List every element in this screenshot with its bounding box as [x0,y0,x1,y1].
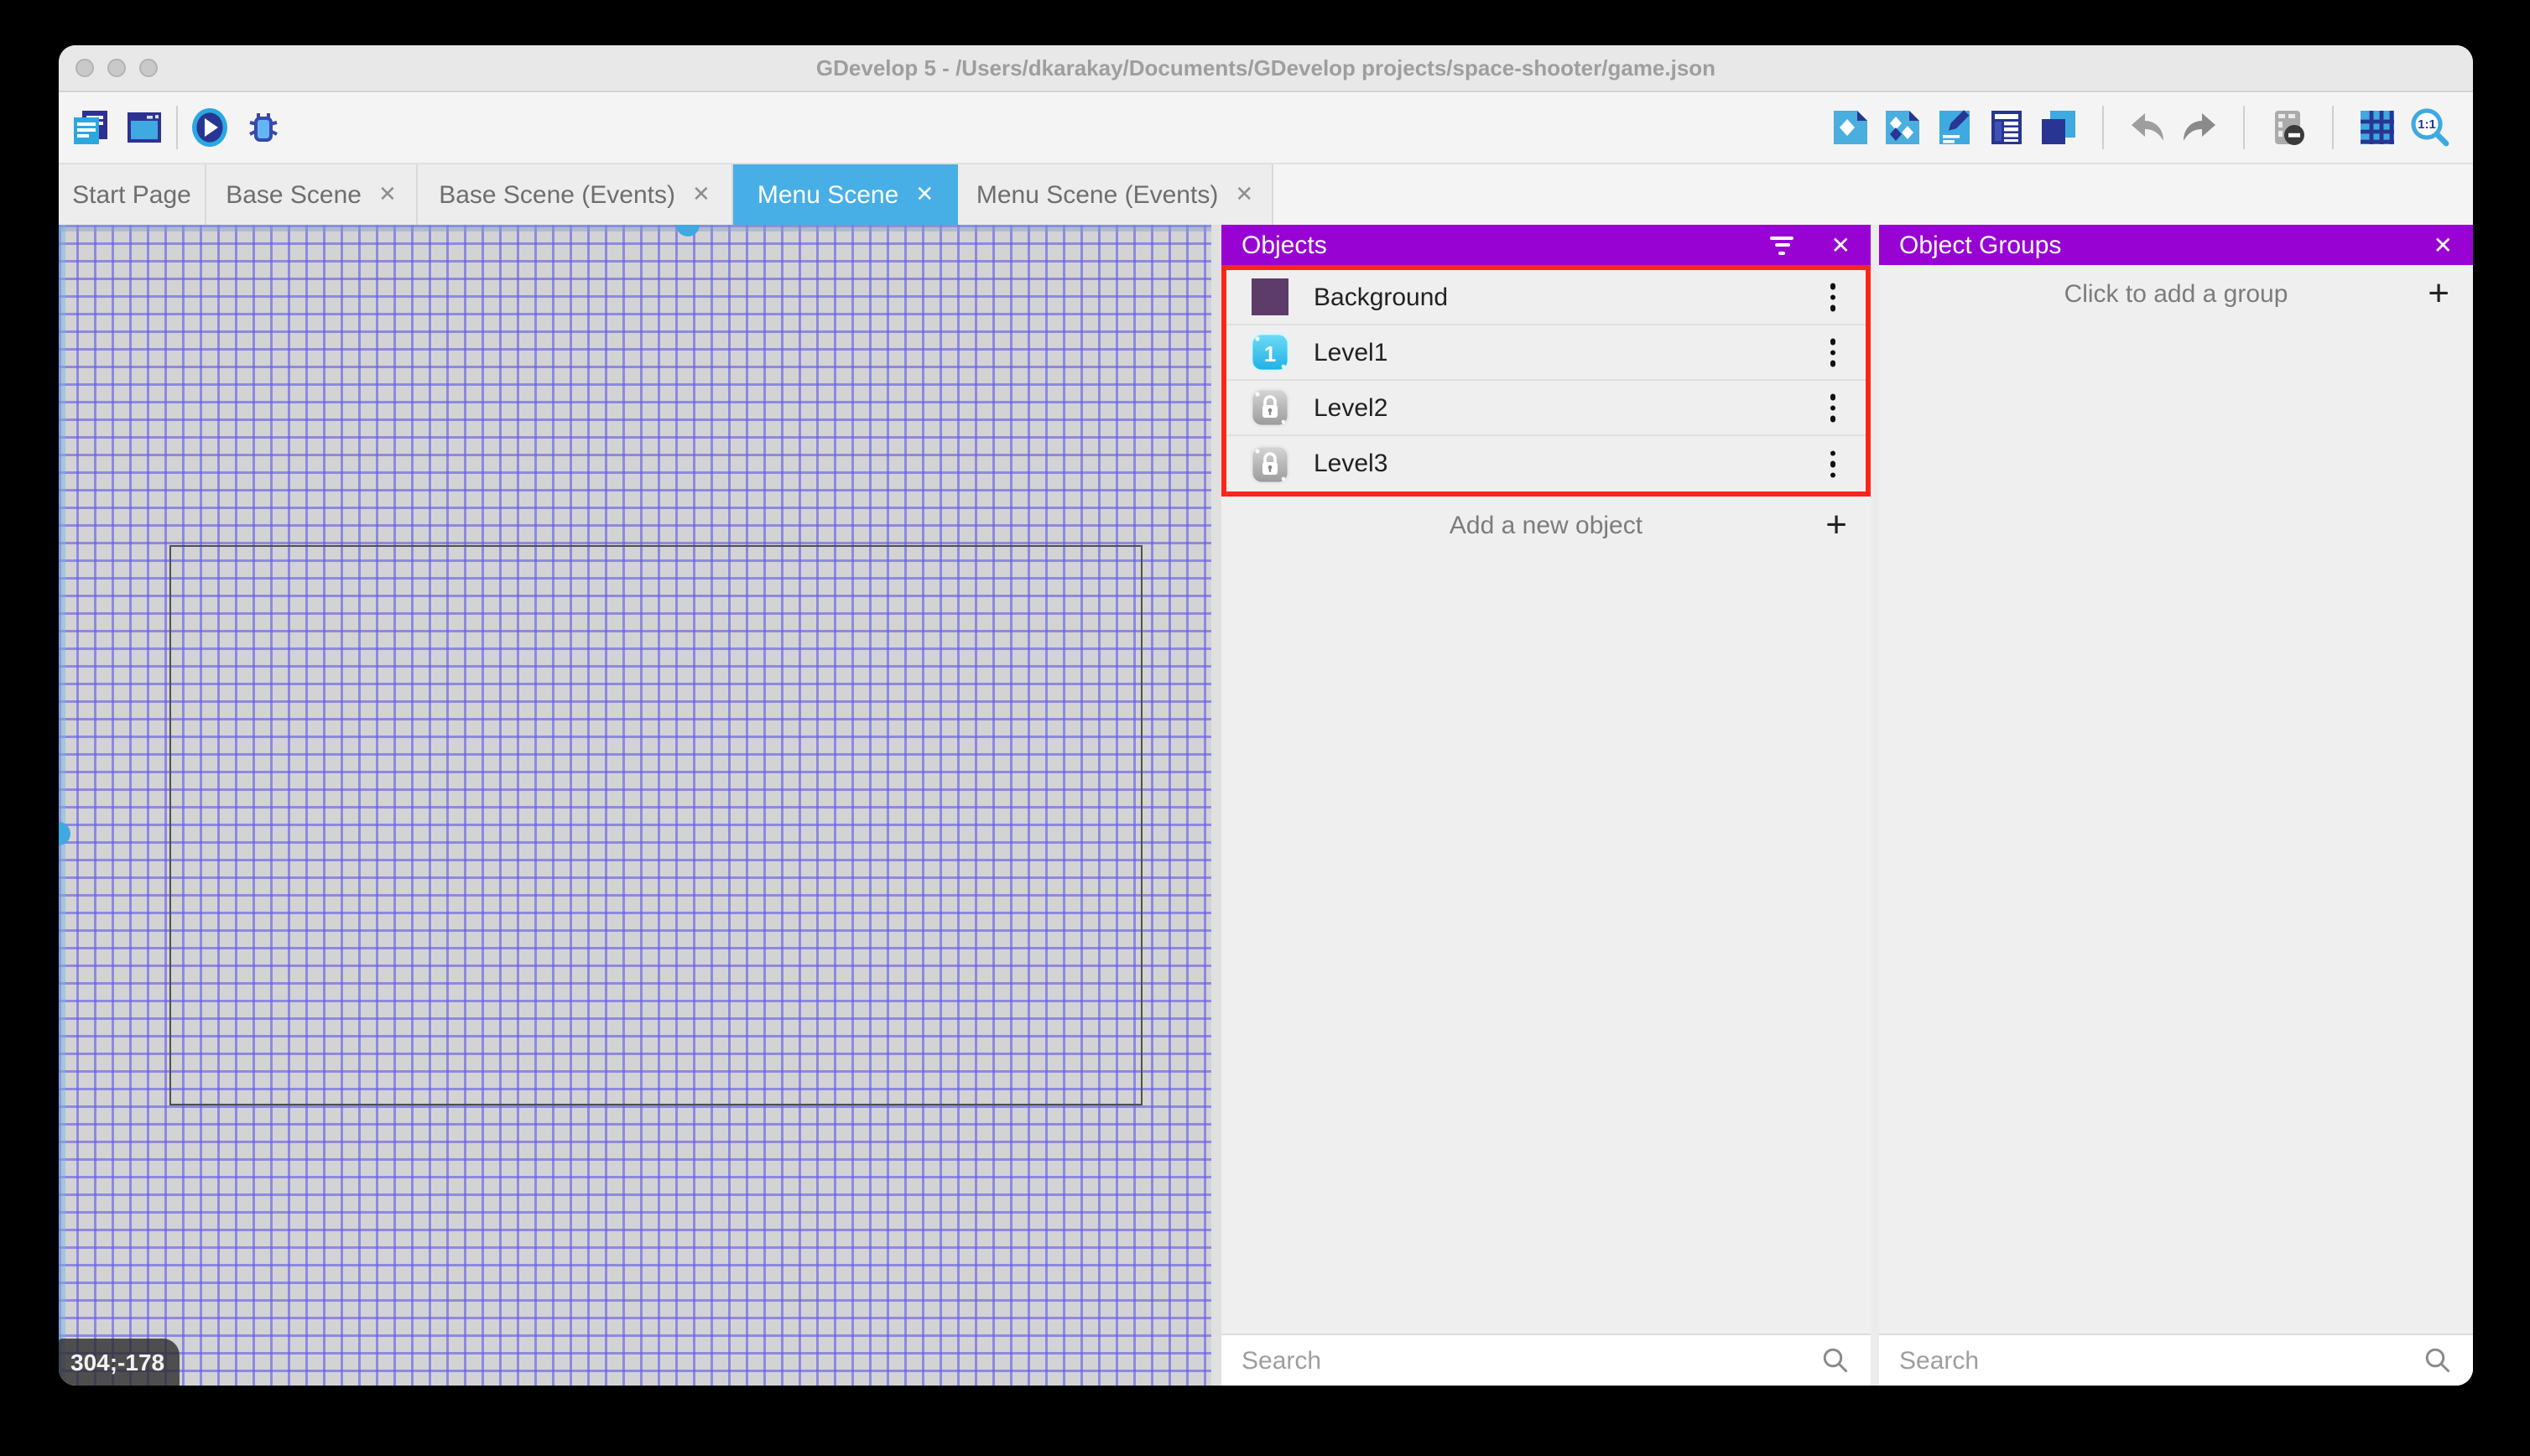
objects-panel-icon[interactable] [1830,107,1871,148]
filter-icon[interactable] [1771,236,1794,254]
vertical-scrollbar[interactable] [59,225,65,1386]
objects-panel-title: Objects [1242,231,1771,259]
tab-bar-empty-space [1273,164,2473,225]
add-new-object-label: Add a new object [1221,511,1871,539]
object-groups-icon[interactable] [1882,107,1923,148]
object-groups-empty-area [1879,322,2473,1334]
add-new-object-button[interactable]: Add a new object + [1221,497,1871,554]
object-row-background[interactable]: Background [1226,270,1866,325]
object-name: Level2 [1314,393,1387,422]
object-name: Level3 [1314,450,1387,478]
redo-icon[interactable] [2179,107,2220,148]
tab-menu-scene-events[interactable]: Menu Scene (Events) ✕ [958,164,1273,225]
plus-icon: + [1825,507,1847,543]
traffic-lights [75,45,158,91]
tab-menu-scene[interactable]: Menu Scene ✕ [733,164,958,225]
close-tab-icon[interactable]: ✕ [378,181,397,208]
tab-label: Base Scene (Events) [439,180,675,209]
background-swatch-icon [1250,277,1290,317]
play-icon[interactable] [190,107,230,148]
undo-icon[interactable] [2127,107,2168,148]
add-group-button[interactable]: Click to add a group + [1879,265,2473,322]
objects-search-bar [1221,1334,1871,1386]
toolbar-separator [176,106,178,149]
level1-button-icon: 1 [1250,332,1290,372]
gdevelop-window: GDevelop 5 - /Users/dkarakay/Documents/G… [59,45,2473,1386]
tab-label: Base Scene [226,180,362,209]
svg-text:1:1: 1:1 [2418,117,2436,132]
object-row-level1[interactable]: 1 Level1 [1226,325,1866,381]
object-menu-icon[interactable] [1830,394,1835,422]
horizontal-scrollbar[interactable] [59,225,1211,231]
project-manager-icon[interactable] [70,107,111,148]
cursor-coordinates: 304;-178 [70,1349,164,1375]
object-menu-icon[interactable] [1830,283,1835,311]
object-groups-panel: Object Groups ✕ Click to add a group + [1879,225,2473,1386]
game-resolution-frame [169,545,1143,1105]
plus-icon: + [2428,275,2449,312]
svg-text:1: 1 [1264,341,1276,367]
object-groups-search-input[interactable] [1879,1335,2473,1386]
objects-search-input[interactable] [1221,1335,1871,1386]
object-menu-icon[interactable] [1830,450,1835,478]
layers-icon[interactable] [2038,107,2079,148]
add-group-label: Click to add a group [1879,279,2473,308]
locked-button-icon [1250,444,1290,484]
tab-base-scene[interactable]: Base Scene ✕ [206,164,418,225]
maximize-window-icon[interactable] [139,59,158,77]
instances-list-icon[interactable] [1986,107,2027,148]
properties-icon[interactable] [1934,107,1975,148]
object-groups-search-bar [1879,1334,2473,1386]
tab-label: Start Page [72,180,191,209]
close-tab-icon[interactable]: ✕ [1235,181,1253,208]
tab-label: Menu Scene (Events) [976,180,1219,209]
object-name: Level1 [1314,338,1387,367]
object-menu-icon[interactable] [1830,339,1835,367]
window-title: GDevelop 5 - /Users/dkarakay/Documents/G… [816,55,1715,81]
grid-icon[interactable] [2357,107,2397,148]
scene-editor-canvas[interactable]: 304;-178 [59,225,1211,1386]
debug-icon[interactable] [243,107,284,148]
tab-start-page[interactable]: Start Page [59,164,206,225]
toolbar-separator [2243,106,2245,149]
object-groups-panel-title: Object Groups [1899,231,2434,259]
close-panel-icon[interactable]: ✕ [1831,231,1851,259]
objects-panel: Objects ✕ Background 1 Level1 [1221,225,1871,1386]
tab-bar: Start Page Base Scene ✕ Base Scene (Even… [59,164,2473,225]
search-icon [2423,1345,2453,1375]
object-groups-panel-header: Object Groups ✕ [1879,225,2473,265]
objects-panel-header: Objects ✕ [1221,225,1871,265]
start-page-icon[interactable] [124,107,164,148]
close-tab-icon[interactable]: ✕ [692,181,711,208]
close-panel-icon[interactable]: ✕ [2434,231,2453,259]
panel-divider[interactable] [1871,225,1879,1386]
object-row-level3[interactable]: Level3 [1226,436,1866,491]
close-tab-icon[interactable]: ✕ [915,181,934,208]
close-window-icon[interactable] [75,59,94,77]
horizontal-scrollbar-thumb[interactable] [676,225,700,237]
main-toolbar: 1:1 [59,92,2473,164]
objects-panel-empty-area [1221,554,1871,1334]
locked-button-icon [1250,387,1290,428]
tab-label: Menu Scene [757,180,898,209]
window-mask-icon[interactable] [2268,107,2309,148]
title-bar: GDevelop 5 - /Users/dkarakay/Documents/G… [59,45,2473,92]
zoom-1to1-icon[interactable]: 1:1 [2409,107,2449,148]
toolbar-separator [2332,106,2334,149]
objects-list-selection: Background 1 Level1 Level [1221,265,1871,497]
object-row-level2[interactable]: Level2 [1226,381,1866,436]
cursor-coordinates-badge: 304;-178 [59,1339,180,1386]
object-name: Background [1314,283,1448,311]
search-icon [1820,1345,1851,1375]
panel-resize-handle[interactable] [1211,225,1221,1386]
minimize-window-icon[interactable] [107,59,126,77]
vertical-scrollbar-thumb[interactable] [59,822,70,845]
tab-base-scene-events[interactable]: Base Scene (Events) ✕ [418,164,733,225]
toolbar-separator [2102,106,2104,149]
